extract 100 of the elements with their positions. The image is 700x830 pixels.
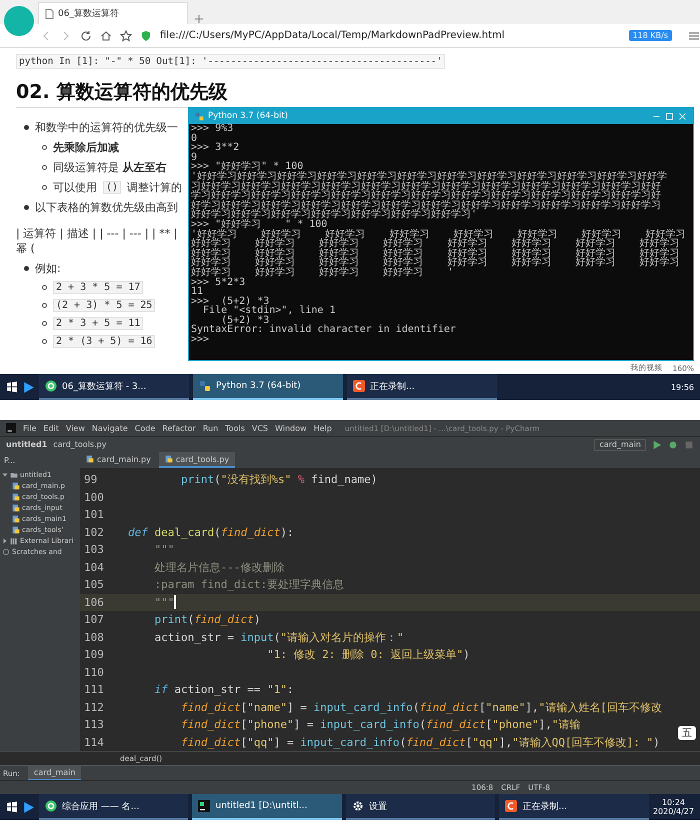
taskbar-item[interactable]: 06_算数运算符 - 3...: [39, 374, 189, 400]
bullet-text: 可以使用: [53, 180, 97, 195]
nav-breadcrumb[interactable]: untitled1: [6, 440, 48, 449]
e-logo-icon: [45, 800, 57, 812]
code-token: "phone": [247, 718, 294, 732]
menu-item[interactable]: Window: [275, 424, 307, 432]
line-number: 99: [83, 473, 98, 486]
code-token: find_name): [310, 473, 378, 486]
taskbar-item[interactable]: 设置: [346, 794, 496, 820]
console-line: 11: [191, 287, 204, 297]
code-token: find_dict: [180, 736, 241, 749]
code-token: """: [153, 543, 174, 556]
home-icon[interactable]: [100, 30, 112, 42]
windows-logo-icon[interactable]: [6, 381, 18, 393]
line-number: 102: [83, 526, 105, 539]
console-line: >>> "好好学习" * 100: [191, 162, 304, 172]
console-line: 9: [191, 152, 198, 162]
code-token: "name": [247, 700, 287, 714]
code-token: ): [463, 648, 470, 662]
code-token: find_dict: [426, 718, 486, 732]
nav-breadcrumb[interactable]: card_tools.py: [53, 440, 106, 449]
expand-arrow-icon: [2, 538, 8, 544]
line-number: 107: [83, 613, 105, 626]
console-line: 好好学习 好好学习 好好学习 好好学习 好好学习 好好学习 好好学习 好好学习: [191, 258, 681, 268]
code-token: [: [486, 718, 492, 732]
code-token: (: [412, 700, 420, 714]
code-token: find_dict: [194, 613, 254, 626]
project-view-selector[interactable]: P...: [4, 452, 78, 468]
taskbar-item[interactable]: 正在录制...: [347, 374, 497, 400]
menu-item[interactable]: View: [66, 424, 85, 432]
line-number: 100: [83, 490, 105, 504]
menu-item[interactable]: Run: [202, 424, 218, 432]
code-token: "phone": [492, 718, 539, 732]
inline-code: 2 * 3 + 5 = 11: [53, 317, 144, 330]
code-token: def: [128, 526, 148, 539]
run-icon[interactable]: [652, 440, 662, 450]
code-token: find_dict: [406, 736, 466, 749]
menu-item[interactable]: Help: [314, 424, 332, 432]
code-token: "请输入对名片的操作：": [280, 630, 404, 645]
python-file-icon: [86, 455, 94, 463]
settings-icon: [352, 800, 364, 812]
star-icon[interactable]: [120, 30, 132, 42]
inline-code: 2 * (3 + 5) = 16: [53, 335, 156, 348]
taskbar-item[interactable]: 综合应用 —— 名...: [39, 794, 188, 820]
ime-toolbar[interactable]: 五: [678, 726, 696, 740]
maximize-icon[interactable]: [665, 112, 674, 120]
menu-item[interactable]: VCS: [252, 424, 268, 432]
code-token: :: [286, 683, 294, 696]
editor-tab[interactable]: card_tools.py: [158, 452, 236, 468]
taskbar-item[interactable]: 正在录制...: [499, 794, 649, 820]
code-token: """: [153, 596, 174, 609]
reload-icon[interactable]: [80, 30, 92, 42]
console-line: File "<stdin>", line 1: [202, 306, 336, 316]
menu-item[interactable]: Code: [134, 424, 156, 432]
console-line: 好好学习 好好学习 好好学习 好好学习 好好学习 好好学习 好好学习 好好学习: [191, 248, 681, 258]
code-token: if: [153, 683, 168, 696]
menu-icon[interactable]: [688, 30, 700, 42]
close-icon[interactable]: [678, 112, 687, 120]
code-token: input_card_info: [313, 700, 413, 714]
code-token: print: [153, 613, 188, 626]
address-bar[interactable]: file:///C:/Users/MyPC/AppData/Local/Temp/MarkdownPadPreview.html: [160, 30, 621, 41]
code-token: "qq": [472, 736, 499, 749]
shield-icon: [140, 30, 152, 42]
clock-date: 2020/4/27: [652, 807, 694, 816]
console-line: 好好学习 好好学习 好好学习 好好学习 好好学习 好好学习 好好学习 好好学习: [191, 239, 680, 249]
menu-item[interactable]: Refactor: [162, 424, 196, 432]
menu-item[interactable]: Edit: [43, 424, 59, 432]
menu-item[interactable]: Navigate: [92, 424, 128, 432]
menu-item[interactable]: File: [23, 424, 36, 432]
inline-code: (2 + 3) * 5 = 25: [53, 299, 156, 312]
run-tab[interactable]: card_main: [28, 765, 82, 781]
code-token: ): [254, 613, 260, 626]
code-token: ] =: [294, 718, 314, 732]
menu-item[interactable]: Tools: [225, 424, 245, 432]
code-token: [: [240, 718, 248, 732]
editor-tab[interactable]: card_main.py: [80, 452, 157, 468]
code-token: "1: 修改 2: 删除 0: 返回上级菜单": [266, 647, 464, 662]
code-token: input: [240, 630, 274, 644]
windows-logo-icon[interactable]: [6, 801, 18, 813]
play-icon[interactable]: [22, 380, 35, 394]
inline-code: (): [103, 181, 122, 194]
new-tab-icon[interactable]: [194, 14, 204, 24]
code-token: find_dict: [419, 700, 480, 714]
section-heading: 02. 算数运算符的优先级: [16, 80, 228, 105]
line-number: 111: [83, 683, 105, 696]
console-line: 习好好学习好好学习好好学习好好学习好好学习好好学习好好学习好好学习好好学习好好学习好好学习好好: [191, 182, 662, 192]
taskbar-item[interactable]: untitled1 [D:\untitl...: [192, 794, 342, 820]
debug-icon[interactable]: [668, 440, 678, 450]
code-token: "请输入姓名[回车不修改: [538, 700, 662, 715]
play-icon[interactable]: [22, 800, 35, 814]
code-token: "没有找到%s": [220, 472, 292, 488]
taskbar-item[interactable]: Python 3.7 (64-bit): [193, 374, 343, 400]
code-token: find_dict: [180, 718, 241, 732]
python-logo-icon: [199, 380, 211, 392]
line-number: 110: [83, 666, 105, 679]
console-line: >>> 3**2: [191, 143, 240, 153]
run-config-dropdown[interactable]: card_main: [594, 438, 646, 450]
browser-tab[interactable]: 06_算数运算符: [38, 2, 188, 24]
console-line: >>> "好好学习 " * 100: [191, 220, 328, 230]
recorder-icon: [353, 380, 365, 392]
